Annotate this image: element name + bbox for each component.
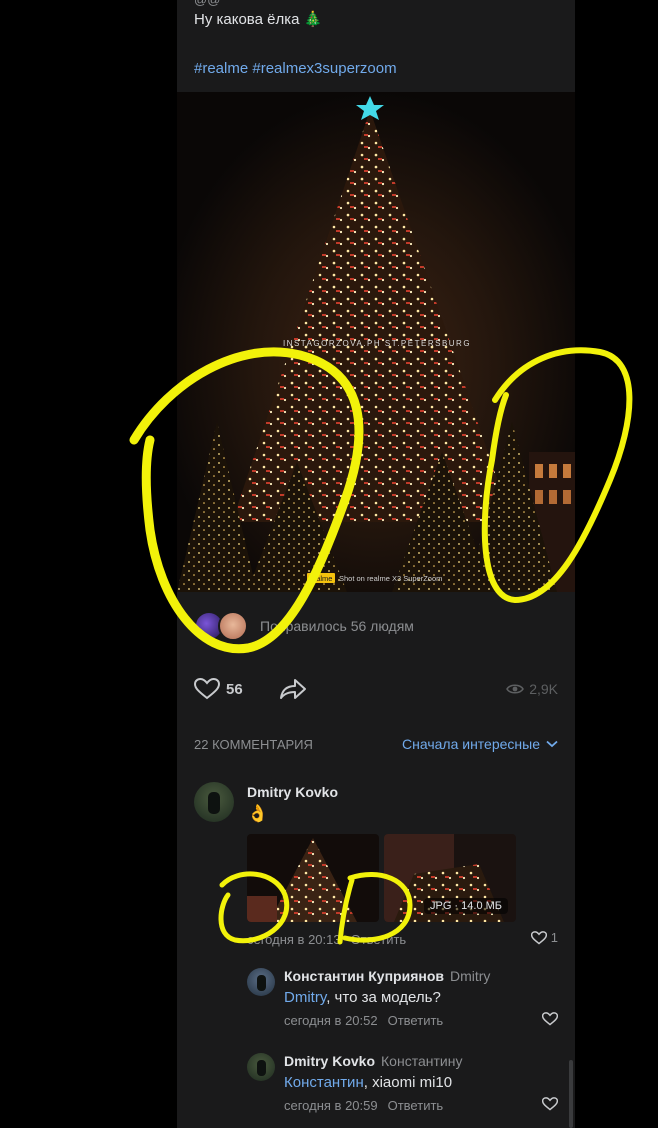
- shot-on-caption: Shot on realme X3 SuperZoom: [339, 574, 442, 583]
- photo-watermark: INSTAGORZOVA.PH ST.PETERSBURG: [283, 339, 471, 348]
- reply-body: , что за модель?: [326, 989, 441, 1006]
- comment-emoji: 👌: [247, 804, 269, 823]
- sort-label: Сначала интересные: [402, 736, 540, 752]
- post-text: Ну какова ёлка 🎄: [194, 10, 322, 28]
- reply-header: Константин Куприянов Dmitry: [284, 968, 490, 984]
- like-button[interactable]: 56: [194, 678, 243, 700]
- reply-to: Константину: [381, 1053, 463, 1069]
- reply-header: Dmitry Kovko Константину: [284, 1053, 462, 1069]
- reply-text: Dmitry, что за модель?: [284, 989, 441, 1006]
- chevron-down-icon: [546, 740, 558, 748]
- views-counter: 2,9K: [506, 681, 558, 697]
- comments-count: 22 КОММЕНТАРИЯ: [194, 736, 313, 752]
- reply-body: , xiaomi mi10: [363, 1074, 453, 1091]
- avatar[interactable]: [247, 968, 275, 996]
- reply-author[interactable]: Dmitry Kovko: [284, 1053, 375, 1069]
- post-card: @@ Ну какова ёлка 🎄 #realme #realmex3sup…: [177, 0, 575, 1128]
- reply-mention[interactable]: Dmitry: [284, 989, 326, 1006]
- likes-count: 56: [226, 680, 243, 698]
- reply-to: Dmitry: [449, 968, 491, 984]
- post-photo[interactable]: INSTAGORZOVA.PH ST.PETERSBURG realme Sho…: [177, 92, 575, 592]
- post-hashtags[interactable]: #realme #realmex3superzoom: [194, 60, 397, 77]
- post-text-body: Ну какова ёлка: [194, 11, 300, 28]
- post-author-line-cut: @@: [194, 0, 220, 7]
- reply-meta: сегодня в 20:52 Ответить: [284, 1013, 443, 1028]
- share-arrow-icon: [279, 679, 306, 699]
- reply-button[interactable]: Ответить: [351, 932, 407, 947]
- eye-icon: [506, 684, 525, 694]
- comment-time: сегодня в 20:13: [247, 932, 341, 947]
- avatar[interactable]: [194, 782, 234, 822]
- reply-button[interactable]: Ответить: [388, 1098, 444, 1113]
- heart-icon[interactable]: [542, 1012, 558, 1026]
- reply-time: сегодня в 20:52: [284, 1013, 378, 1028]
- reply-author[interactable]: Константин Куприянов: [284, 968, 444, 984]
- avatar[interactable]: [247, 1053, 275, 1081]
- avatar: [218, 611, 248, 641]
- reply-button[interactable]: Ответить: [388, 1013, 444, 1028]
- comments-header: 22 КОММЕНТАРИЯ Сначала интересные: [194, 736, 558, 752]
- share-button[interactable]: [279, 678, 307, 700]
- heart-icon: [194, 678, 220, 700]
- reply-time: сегодня в 20:59: [284, 1098, 378, 1113]
- heart-icon[interactable]: [542, 1097, 558, 1111]
- reply-mention[interactable]: Константин: [284, 1074, 364, 1091]
- liked-by-text: Понравилось 56 людям: [260, 618, 414, 634]
- sort-dropdown[interactable]: Сначала интересные: [402, 736, 558, 752]
- heart-icon: [530, 930, 547, 944]
- comment-like-button[interactable]: 1: [530, 930, 558, 945]
- comment-meta: сегодня в 20:13 Ответить: [247, 932, 406, 947]
- post-actions: 56 2,9K: [194, 676, 558, 702]
- reply-meta: сегодня в 20:59 Ответить: [284, 1098, 443, 1113]
- christmas-tree-emoji: 🎄: [303, 11, 323, 28]
- file-info-badge: JPG · 14.0 МБ: [423, 898, 508, 914]
- comment-attachment-file[interactable]: JPG · 14.0 МБ: [384, 834, 516, 922]
- comment-author[interactable]: Dmitry Kovko: [247, 784, 338, 800]
- views-count: 2,9K: [529, 681, 558, 697]
- realme-badge: realme: [310, 574, 333, 583]
- scrollbar[interactable]: [569, 1060, 573, 1128]
- comment-attachment-photo[interactable]: [247, 834, 379, 922]
- liked-by-row[interactable]: Понравилось 56 людям: [194, 610, 414, 642]
- reply-text: Константин, xiaomi mi10: [284, 1074, 452, 1091]
- comment-likes: 1: [550, 930, 558, 945]
